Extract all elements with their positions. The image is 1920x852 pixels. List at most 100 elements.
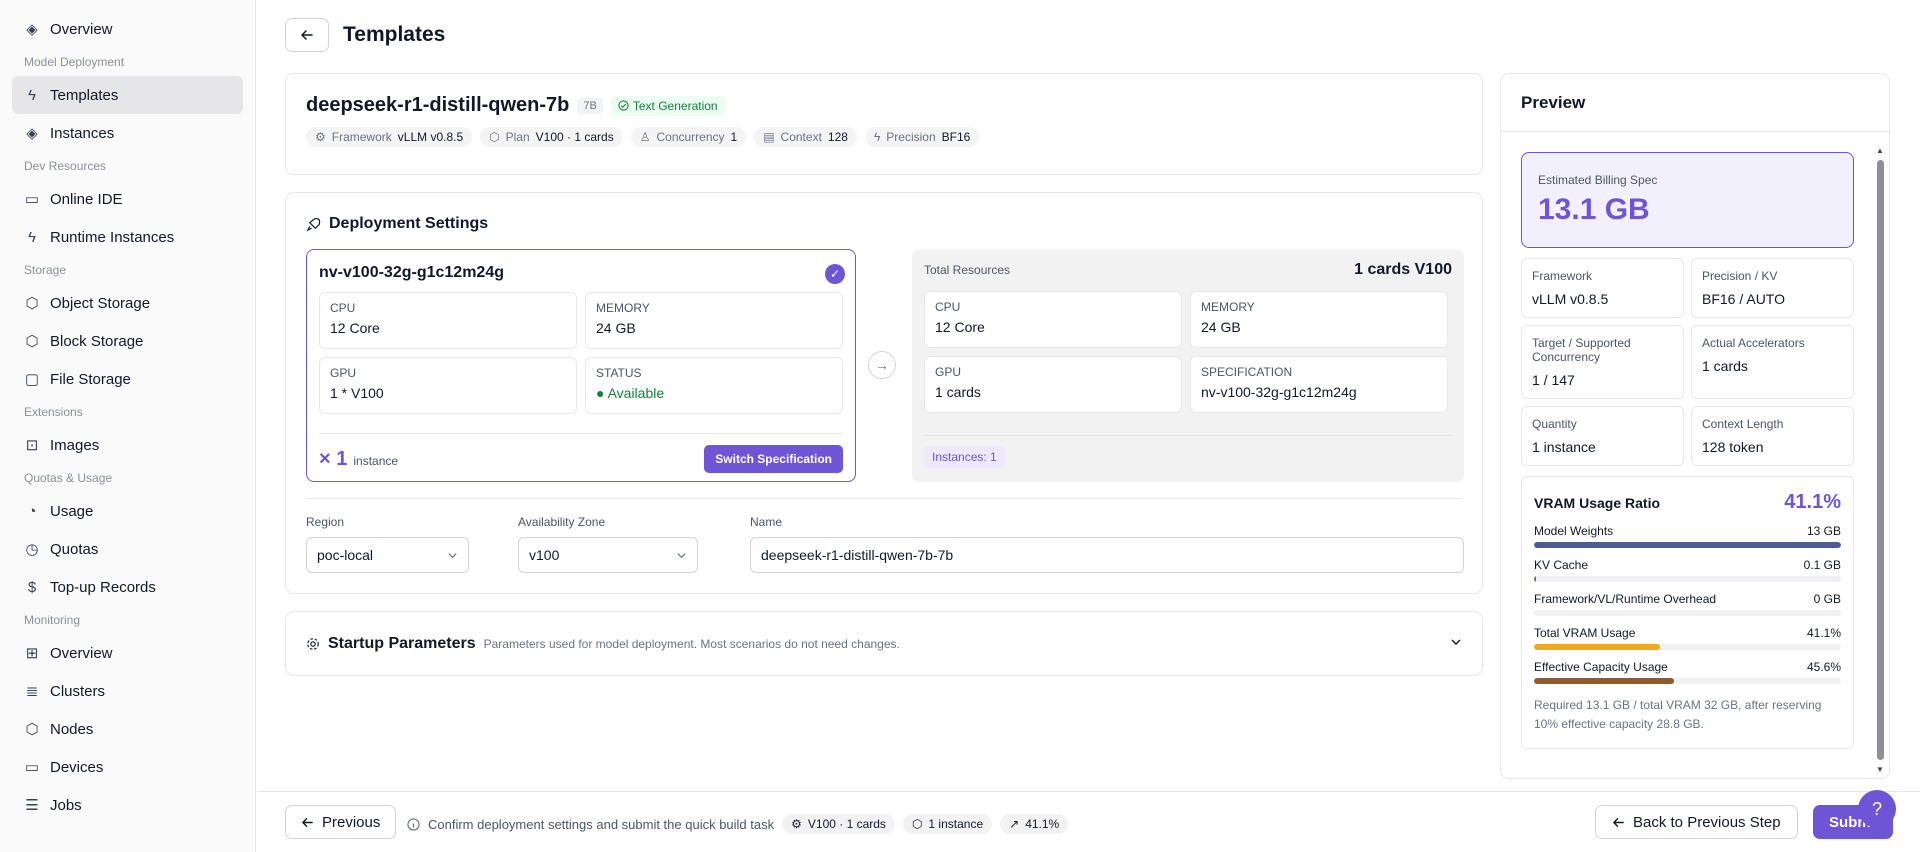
chevron-down-icon[interactable] [1450,636,1462,651]
box-icon: ⬡ [25,333,39,350]
arrow-left-icon [302,817,313,827]
grid-icon: ⊞ [25,645,39,662]
sidebar-item-label: Online IDE [50,190,123,208]
main-content: Templates deepseek-r1-distill-qwen-7b 7B… [257,0,1920,852]
sidebar-item-label: Overview [50,644,113,662]
spec-grid: CPU 12 Core MEMORY 24 GB GPU 1 * V100 STATUS ● … [319,292,843,414]
dollar-icon: $ [27,578,37,596]
footer-chip-plan: ⚙ V100 · 1 cards [782,814,895,834]
name-field: Name deepseek-r1-distill-qwen-7b-7b [750,515,1464,573]
resource-cell-actual-accelerators: Actual Accelerators 1 cards [1691,325,1854,399]
vram-bar-fill [1534,576,1536,582]
sidebar-section-label: Monitoring [24,613,81,627]
sidebar-item-block-storage[interactable]: ⬡ Block Storage [12,322,243,360]
sidebar: ◈ Overview Model Deployment ϟ Templates ◈ Inst… [0,0,256,852]
resource-cell-status: STATUS ● Available [585,357,843,414]
gear-icon: ⚙ [791,817,802,831]
chip-concurrency: ♙ Concurrency 1 [630,127,747,147]
preview-grid: Framework vLLM v0.8.5 Precision / KV BF16 /… [1521,258,1854,466]
sidebar-item-online-ide[interactable]: ▭ Online IDE [12,180,243,218]
arrow-left-icon [1613,817,1624,827]
selected-spec-card[interactable]: nv-v100-32g-g1c12m24g ✓ CPU 12 Core MEMORY… [306,249,856,482]
vram-bar-model-weights: Model Weights 13 GB [1534,524,1841,548]
sidebar-item-instances[interactable]: ◈ Instances [12,114,243,152]
model-summary-card: deepseek-r1-distill-qwen-7b 7B Text Gene… [285,73,1483,175]
doc-icon: ▤ [763,130,775,144]
sidebar-item-overview[interactable]: ◈ Overview [12,10,243,48]
deployment-settings-card: Deployment Settings nv-v100-32g-g1c12m24… [285,192,1483,594]
name-input[interactable]: deepseek-r1-distill-qwen-7b-7b [750,537,1464,573]
sidebar-item-clusters[interactable]: ≣ Clusters [12,672,243,710]
footer-chip-instances: ⬡ 1 instance [902,814,993,834]
page-title: Templates [343,23,446,46]
sidebar-item-label: Top-up Records [50,578,156,596]
zone-select[interactable]: v100 [518,537,698,573]
sidebar-section-label: Dev Resources [24,159,107,173]
previous-button[interactable]: Previous [285,805,397,839]
resource-cell-framework: Framework vLLM v0.8.5 [1521,258,1684,318]
monitor-icon: ▭ [24,759,40,776]
rocket-icon [306,217,321,231]
sidebar-item-images[interactable]: ⊡ Images [12,426,243,464]
spec-name: nv-v100-32g-g1c12m24g [319,264,504,281]
chip-plan: ⬡ Plan V100 · 1 cards [480,127,623,147]
spec-footer: × 1 instance Switch Specification [319,433,843,473]
resource-cell-memory: MEMORY 24 GB [1190,291,1448,348]
zap-icon: ϟ [873,130,881,144]
total-resources-summary: 1 cards V100 [1354,261,1452,278]
help-icon[interactable]: ? [1858,790,1896,828]
preview-panel: Preview Estimated Billing Spec 13.1 GB F… [1500,73,1890,779]
preview-title: Preview [1501,74,1889,132]
region-select[interactable]: poc-local [306,537,469,573]
total-resources-card: Total Resources 1 cards V100 CPU 12 Core M… [912,249,1464,482]
server-icon: ≣ [25,683,39,700]
chevron-down-icon [448,552,457,558]
zap-icon: ϟ [28,86,36,104]
sidebar-item-devices[interactable]: ▭ Devices [12,748,243,786]
file-icon: ▢ [24,371,40,388]
total-grid: CPU 12 Core MEMORY 24 GB GPU 1 cards SPECIFICA… [924,291,1452,413]
sidebar-item-label: Runtime Instances [50,228,175,246]
user-icon: ♙ [639,130,651,144]
gear-icon [307,637,319,650]
sidebar-item-jobs[interactable]: ☰ Jobs [12,786,243,824]
sidebar-item-label: File Storage [50,370,131,388]
preview-scrollbar[interactable]: ▲ ▼ [1876,146,1885,774]
sidebar-section-label: Storage [24,263,67,277]
sidebar-item-runtime-instances[interactable]: ϟ Runtime Instances [12,218,243,256]
region-field: Region poc-local [306,515,469,573]
sidebar-item-label: Clusters [50,682,106,700]
sidebar-item-file-storage[interactable]: ▢ File Storage [12,360,243,398]
sidebar-item-label: Templates [50,86,119,104]
billing-spec-card: Estimated Billing Spec 13.1 GB [1521,152,1854,248]
sidebar-item-usage[interactable]: ◔ Usage [12,492,243,530]
sidebar-item-object-storage[interactable]: ⬡ Object Storage [12,284,243,322]
vram-bar-framework-vl-runtime-overhead: Framework/VL/Runtime Overhead 0 GB [1534,592,1841,616]
box-icon: ⬡ [25,721,39,738]
sidebar-item-templates[interactable]: ϟ Templates [12,76,243,114]
zone-field: Availability Zone v100 [518,515,698,573]
sidebar-item-overview[interactable]: ⊞ Overview [12,634,243,672]
vram-bar-fill [1534,678,1674,684]
switch-specification-button[interactable]: Switch Specification [704,445,843,473]
sidebar-item-quotas[interactable]: ◷ Quotas [12,530,243,568]
box-icon: ⬡ [25,295,39,312]
model-size-badge: 7B [577,97,603,114]
sidebar-item-top-up-records[interactable]: $ Top-up Records [12,568,243,606]
sidebar-item-nodes[interactable]: ⬡ Nodes [12,710,243,748]
sidebar-item-label: Quotas [50,540,99,558]
arrow-right-icon: → [868,351,896,379]
list-icon: ☰ [25,797,39,814]
vram-bar-fill [1534,542,1841,548]
chip-precision: ϟ Precision BF16 [864,127,980,147]
clock-icon: ◷ [25,541,39,558]
startup-parameters-card[interactable]: Startup Parameters Parameters used for m… [285,611,1483,676]
sidebar-item-label: Jobs [50,796,82,814]
cube-icon: ⬡ [911,817,923,831]
chevron-down-icon [677,552,686,558]
vram-usage-card: VRAM Usage Ratio 41.1% Model Weights 13 G… [1521,476,1854,749]
image-icon: ⊡ [25,437,39,454]
back-button[interactable] [285,18,329,52]
back-to-previous-step-button[interactable]: Back to Previous Step [1595,805,1798,839]
gauge-icon: ◔ [27,502,37,520]
